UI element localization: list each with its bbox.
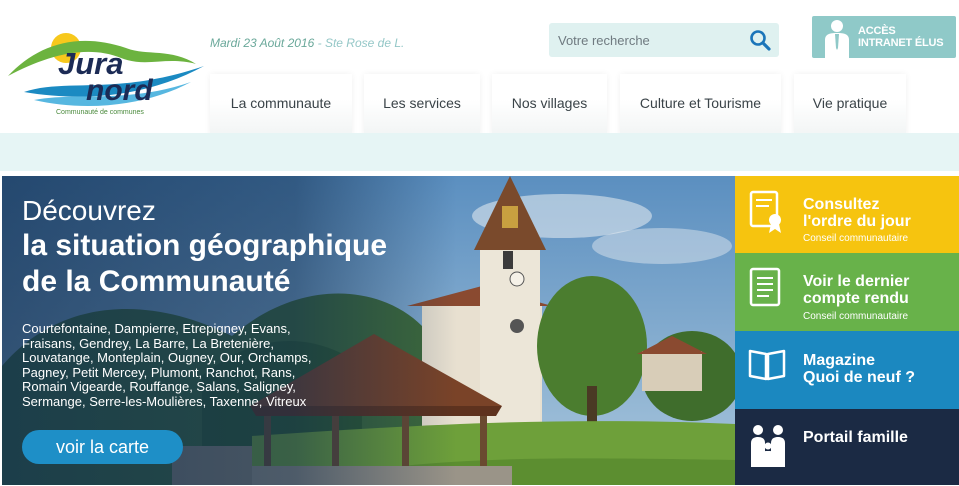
- site-header: Jura nord Communauté de communes Mardi 2…: [0, 0, 959, 138]
- hero-title-line2: de la Communauté: [22, 265, 291, 298]
- nav-band: [0, 133, 959, 171]
- saint-of-day: - Ste Rose de L.: [314, 36, 405, 50]
- intranet-elus-button[interactable]: ACCÈS INTRANET ÉLUS: [812, 16, 956, 58]
- tile-title: Magazine Quoi de neuf ?: [803, 352, 915, 386]
- hero-village-list: Courtefontaine, Dampierre, Etrepigney, E…: [22, 321, 312, 409]
- intranet-label-line1: ACCÈS: [858, 25, 896, 37]
- tile-title-line2: compte rendu: [803, 290, 909, 307]
- certificate-icon: [749, 190, 781, 233]
- tile-subtitle: Conseil communautaire: [803, 311, 909, 322]
- book-icon: [748, 349, 786, 381]
- tile-title-line1: Voir le dernier: [803, 273, 910, 290]
- nav-item-la-communaute[interactable]: La communaute: [210, 74, 352, 138]
- search-icon: [750, 30, 771, 51]
- family-icon: [751, 425, 785, 467]
- intranet-label-line2: INTRANET ÉLUS: [858, 37, 944, 49]
- person-icon: [825, 20, 849, 58]
- tile-title-line1: Portail famille: [803, 429, 908, 446]
- hero-title-line1: la situation géographique: [22, 229, 388, 262]
- search-input[interactable]: [549, 23, 744, 57]
- intranet-label: ACCÈS INTRANET ÉLUS: [858, 25, 944, 49]
- nav-item-label: Vie pratique: [812, 95, 888, 111]
- search-box: [549, 23, 779, 57]
- nav-item-culture-tourisme[interactable]: Culture et Tourisme: [620, 74, 781, 138]
- tile-title-line1: Magazine: [803, 352, 876, 369]
- nav-item-label: Culture et Tourisme: [639, 95, 762, 111]
- quick-links: Consultez l'ordre du jour Conseil commun…: [735, 176, 959, 485]
- tile-title: Consultez l'ordre du jour: [803, 196, 911, 230]
- nav-item-vie-pratique[interactable]: Vie pratique: [794, 74, 906, 138]
- main-navigation: La communaute Les services Nos villages …: [0, 74, 959, 138]
- hero-kicker: Découvrez: [22, 195, 156, 226]
- nav-item-nos-villages[interactable]: Nos villages: [492, 74, 607, 138]
- tile-subtitle: Conseil communautaire: [803, 233, 909, 244]
- tile-portail-famille[interactable]: Portail famille: [735, 409, 959, 485]
- current-date: Mardi 23 Août 2016: [210, 36, 315, 50]
- tile-title-line2: l'ordre du jour: [803, 213, 911, 230]
- hero-title: la situation géographique de la Communau…: [22, 228, 387, 300]
- tile-title-line1: Consultez: [803, 196, 880, 213]
- nav-item-label: La communaute: [230, 95, 332, 111]
- tile-title: Voir le dernier compte rendu: [803, 273, 909, 307]
- document-icon: [749, 267, 781, 307]
- tile-magazine[interactable]: Magazine Quoi de neuf ?: [735, 331, 959, 409]
- nav-item-les-services[interactable]: Les services: [364, 74, 480, 138]
- date-line: Mardi 23 Août 2016 - Ste Rose de L.: [210, 36, 404, 50]
- tile-compte-rendu[interactable]: Voir le dernier compte rendu Conseil com…: [735, 253, 959, 331]
- tile-ordre-du-jour[interactable]: Consultez l'ordre du jour Conseil commun…: [735, 176, 959, 253]
- nav-item-label: Nos villages: [511, 95, 588, 111]
- search-button[interactable]: [747, 27, 773, 53]
- tile-title: Portail famille: [803, 429, 908, 446]
- nav-item-label: Les services: [383, 95, 461, 111]
- tile-title-line2: Quoi de neuf ?: [803, 369, 915, 386]
- view-map-button[interactable]: voir la carte: [22, 430, 183, 464]
- hero-banner: Découvrez la situation géographique de l…: [2, 176, 735, 485]
